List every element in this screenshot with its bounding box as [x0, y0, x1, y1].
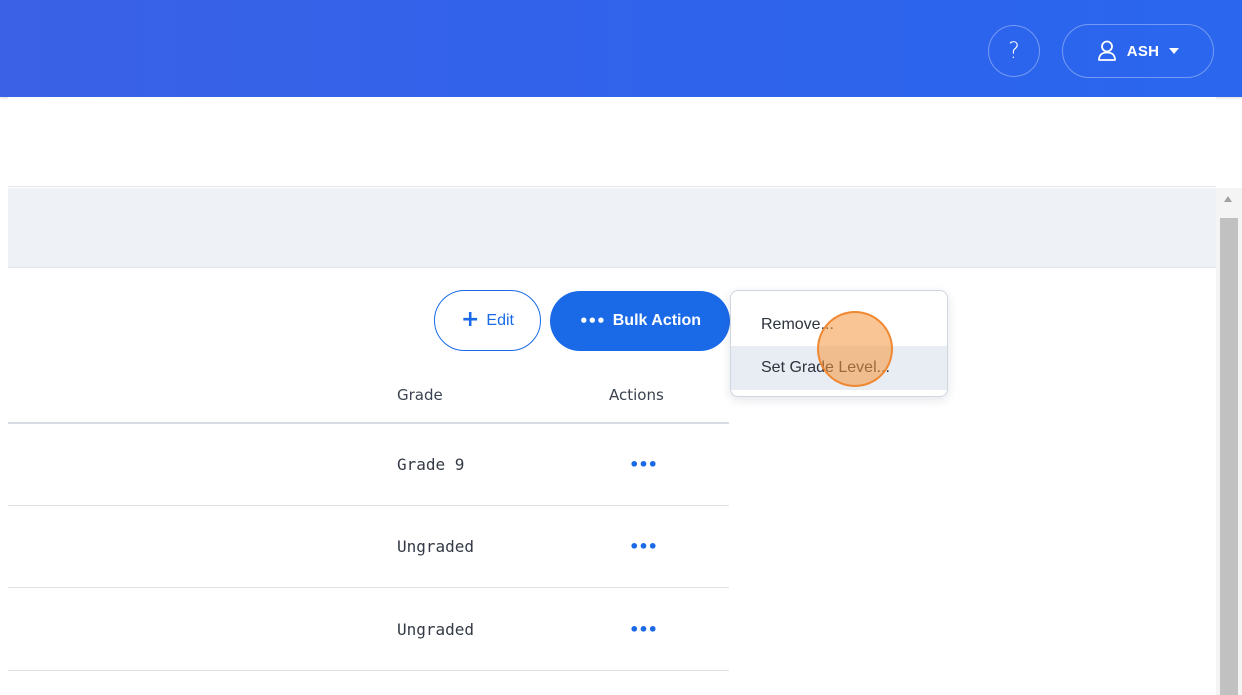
user-menu-button[interactable]: ASH	[1062, 24, 1214, 78]
grade-cell: Ungraded	[397, 537, 475, 556]
bulk-action-menu: Remove... Set Grade Level...	[730, 290, 948, 397]
scroll-up-arrow-icon[interactable]	[1224, 196, 1232, 202]
table-row[interactable]: Ungraded •••	[8, 506, 729, 588]
plus-icon: +	[460, 306, 480, 332]
question-icon: ?	[1008, 38, 1020, 64]
row-actions-menu-icon[interactable]: •••	[626, 506, 660, 587]
grade-cell: Ungraded	[397, 620, 475, 639]
edit-button[interactable]: + Edit	[434, 290, 541, 351]
column-header-actions: Actions	[609, 386, 664, 404]
filter-bar	[8, 188, 1216, 268]
user-name: ASH	[1126, 42, 1160, 60]
table-row[interactable]: Ungraded •••	[8, 589, 729, 671]
column-header-grade[interactable]: Grade	[397, 386, 443, 410]
edit-button-label: Edit	[486, 311, 514, 329]
row-actions-menu-icon[interactable]: •••	[626, 589, 660, 670]
scroll-thumb[interactable]	[1220, 218, 1238, 695]
grade-cell: Grade 9	[397, 455, 465, 474]
page-header	[8, 97, 1216, 187]
bulk-action-button[interactable]: ••• Bulk Action	[550, 291, 730, 351]
vertical-scrollbar[interactable]	[1216, 188, 1242, 695]
menu-item-set-grade-level[interactable]: Set Grade Level...	[731, 346, 947, 390]
menu-item-remove[interactable]: Remove...	[731, 303, 947, 347]
user-icon	[1097, 40, 1117, 62]
top-bar: ? ASH	[0, 0, 1242, 97]
bulk-action-label: Bulk Action	[612, 312, 702, 329]
ellipsis-icon: •••	[578, 312, 606, 330]
caret-down-icon	[1169, 47, 1180, 55]
app-page: ? ASH + Edit ••• Bulk Action Remove... S…	[0, 0, 1242, 695]
row-actions-menu-icon[interactable]: •••	[626, 424, 660, 505]
help-button[interactable]: ?	[988, 25, 1040, 77]
table-row[interactable]: Grade 9 •••	[8, 424, 729, 506]
